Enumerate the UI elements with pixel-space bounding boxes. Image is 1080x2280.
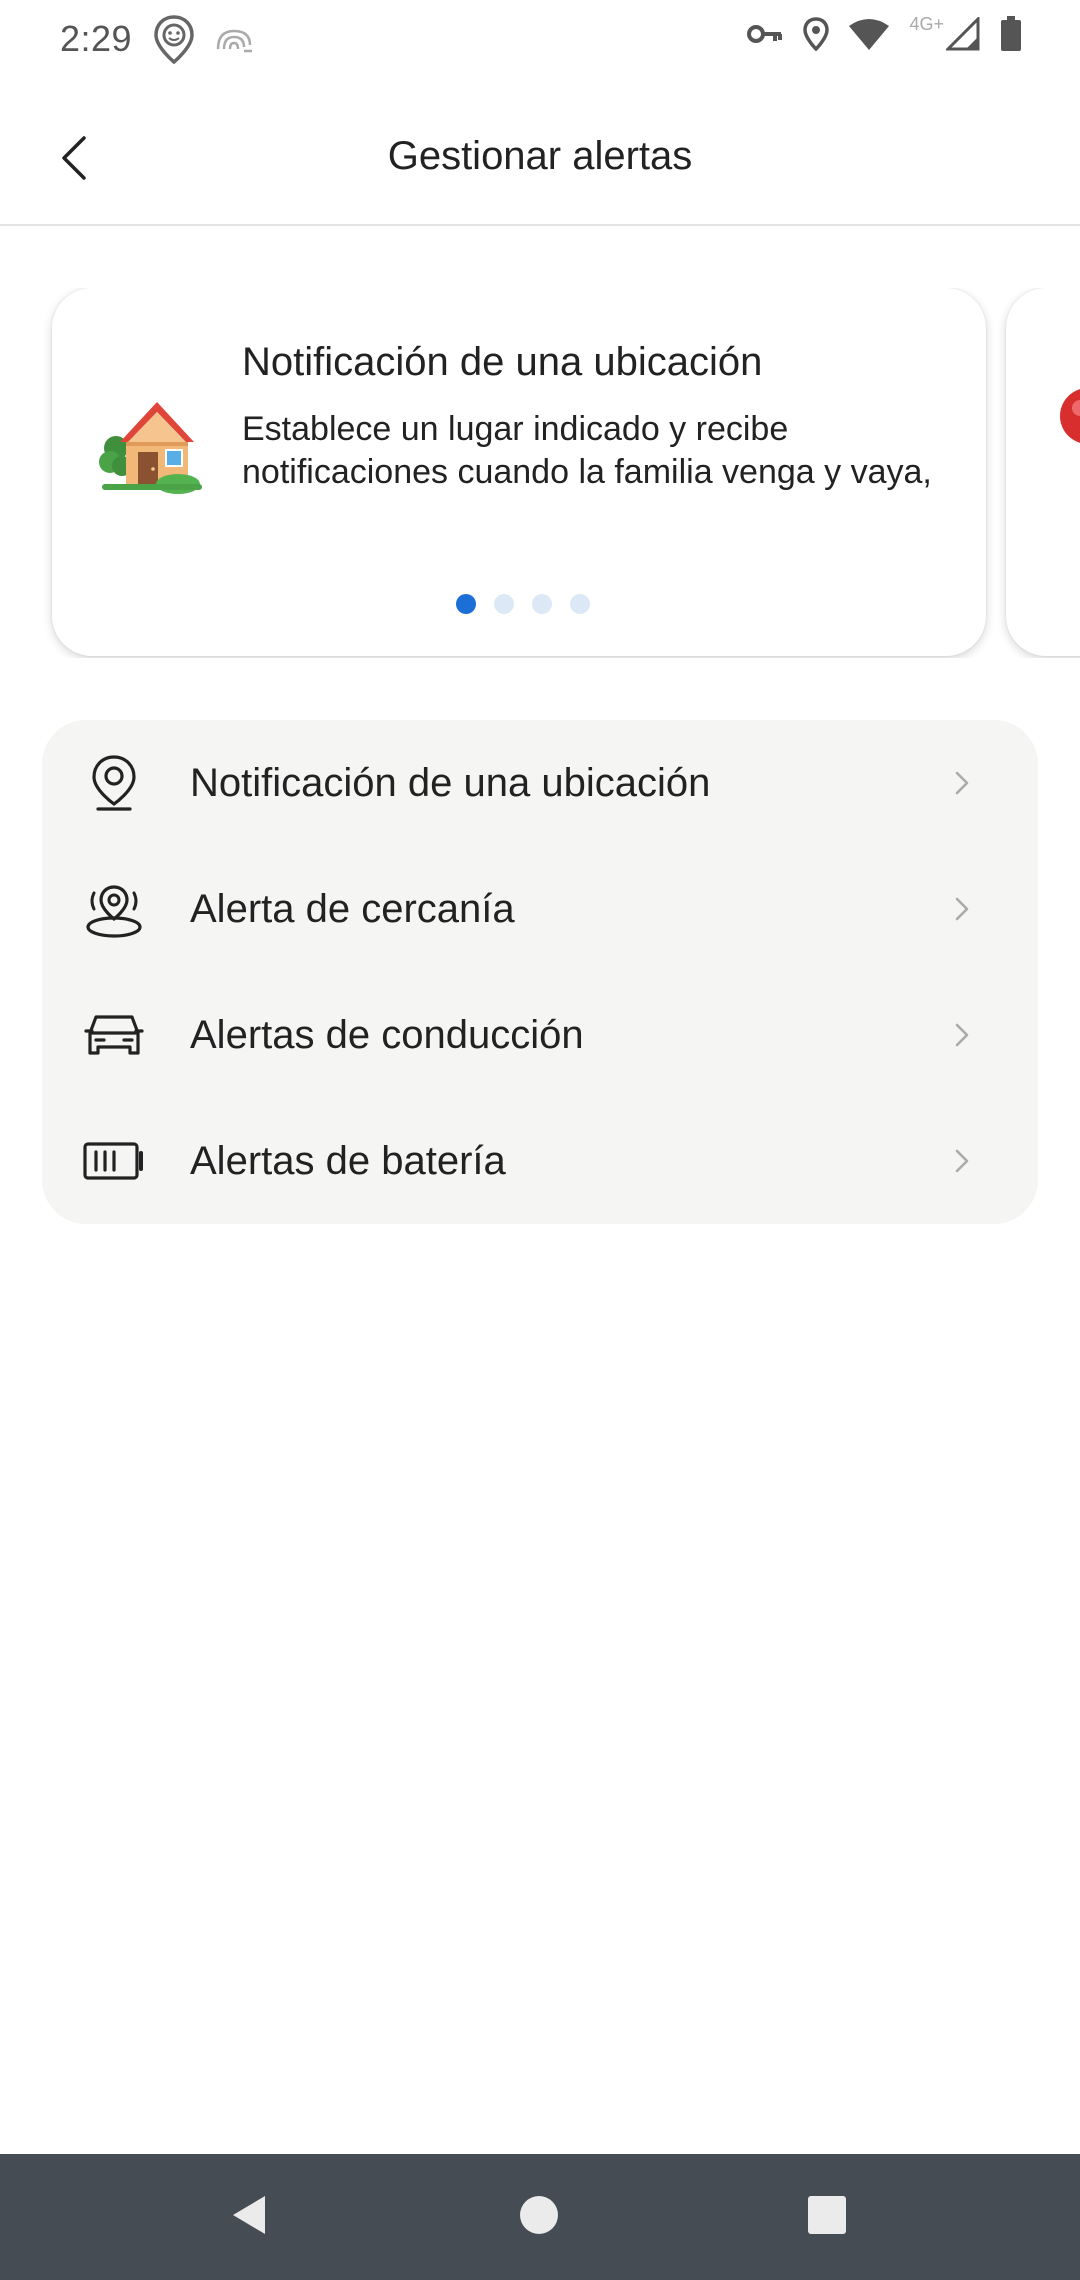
face-location-icon [152,14,196,71]
card-description: Establece un lugar indicado y recibe not… [242,410,932,491]
feature-carousel[interactable]: Notificación de una ubicación Establece … [0,288,1080,658]
nav-recents-button[interactable] [794,2184,860,2250]
chevron-right-icon [952,768,972,798]
battery-icon [1000,16,1022,57]
page-title: Gestionar alertas [387,134,693,178]
signal-icon [944,15,980,56]
battery-icon [82,1129,146,1193]
location-pin-icon [803,17,830,56]
vpn-key-icon [747,22,783,51]
carousel-card-next[interactable] [1006,288,1080,656]
app-bar: Gestionar alertas [0,80,1080,226]
fingerprint-icon [214,25,254,60]
menu-item-battery-alerts[interactable]: Alertas de batería [42,1098,1038,1224]
menu-label: Notificación de una ubicación [190,760,711,805]
recents-square-icon [806,2194,848,2241]
location-pin-icon [82,751,146,815]
menu-label: Alertas de conducción [190,1012,584,1057]
status-time: 2:29 [60,18,133,59]
house-icon [98,390,214,494]
page-dot-2[interactable] [494,594,514,614]
wifi-icon [849,18,890,55]
proximity-icon [82,877,146,941]
menu-item-location-notification[interactable]: Notificación de una ubicación [42,720,1038,846]
card-title: Notificación de una ubicación [242,340,763,384]
status-bar: 2:29 4G+ [0,0,1080,80]
home-circle-icon [518,2194,560,2241]
menu-item-driving-alerts[interactable]: Alertas de conducción [42,972,1038,1098]
network-label: 4G+ [909,14,944,34]
menu-item-proximity-alert[interactable]: Alerta de cercanía [42,846,1038,972]
pin-icon [1048,384,1080,489]
nav-back-button[interactable] [216,2184,282,2250]
alerts-menu: Notificación de una ubicación Alerta de … [42,720,1038,1224]
chevron-right-icon [952,894,972,924]
page-dot-4[interactable] [570,594,590,614]
menu-label: Alerta de cercanía [190,886,515,931]
chevron-right-icon [952,1146,972,1176]
system-nav-bar [0,2154,1080,2280]
chevron-right-icon [952,1020,972,1050]
page-dot-3[interactable] [532,594,552,614]
menu-label: Alertas de batería [190,1138,506,1183]
page-dot-1[interactable] [456,594,476,614]
carousel-card-location[interactable]: Notificación de una ubicación Establece … [52,288,986,656]
nav-home-button[interactable] [506,2184,572,2250]
back-triangle-icon [229,2193,269,2242]
car-icon [82,1003,146,1067]
carousel-page-indicator [456,594,590,614]
